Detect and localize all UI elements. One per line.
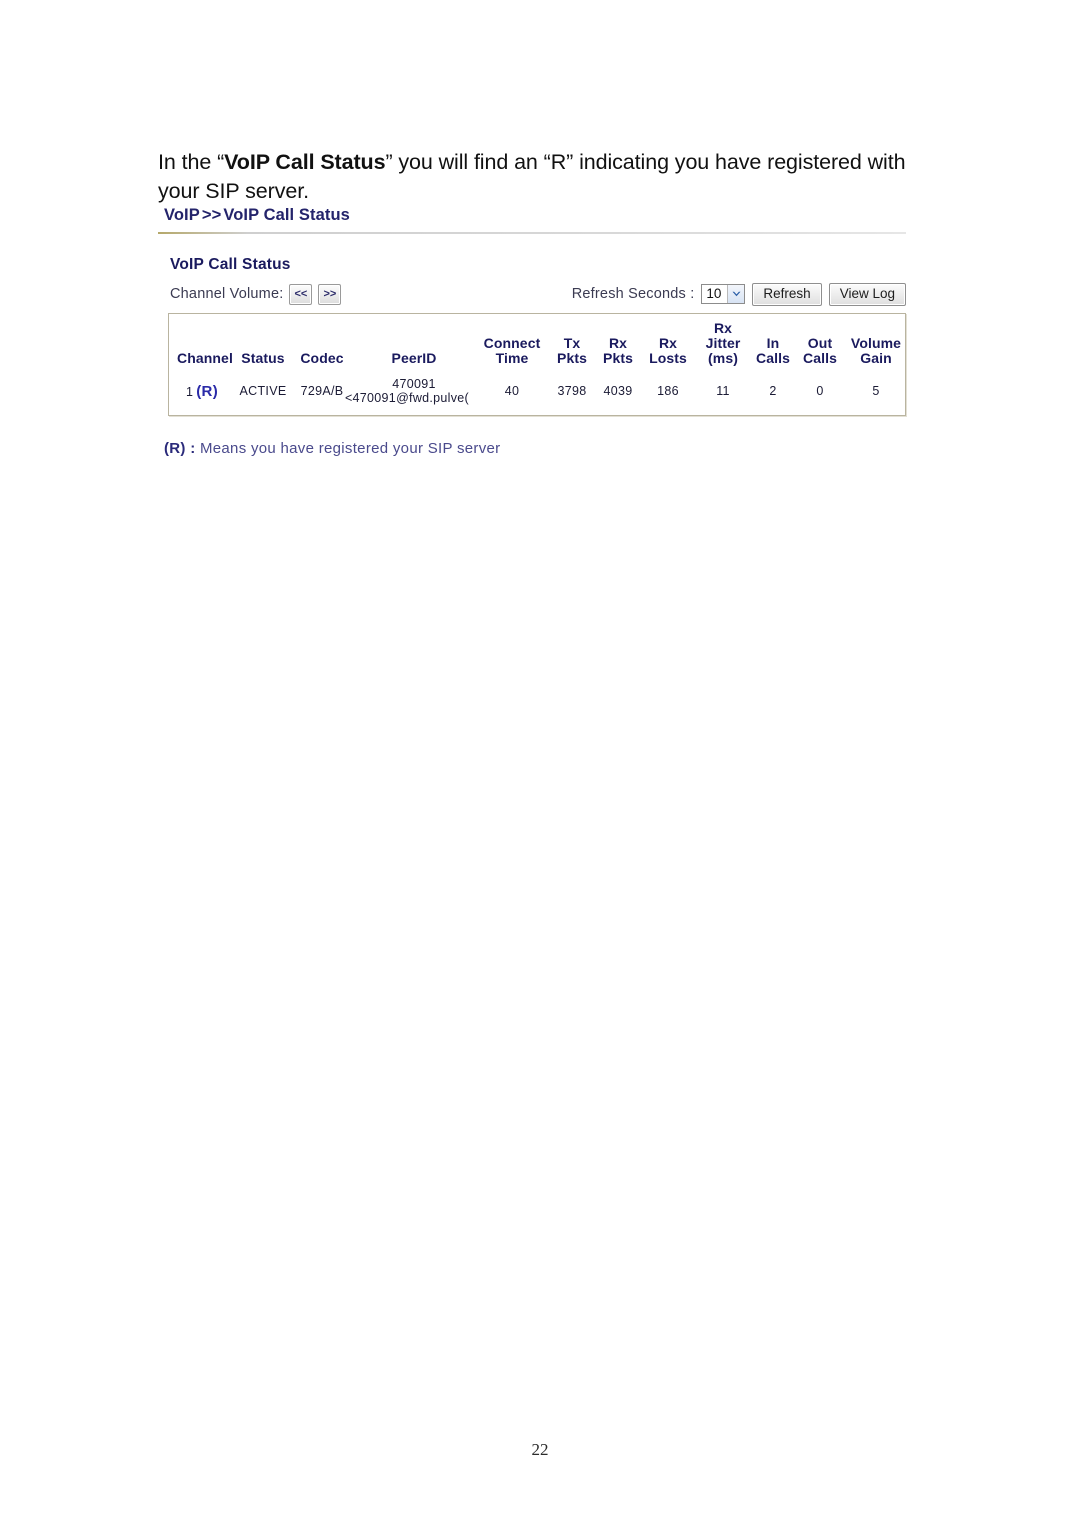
toolbar-right-group: Refresh Seconds : 10 Refresh View Log	[571, 282, 906, 306]
refresh-button[interactable]: Refresh	[752, 282, 822, 306]
cell-rx-jitter: 11	[716, 384, 730, 398]
breadcrumb-current: VoIP Call Status	[223, 206, 350, 224]
cell-rx-pkts: 4039	[603, 384, 633, 398]
channel-volume-label: Channel Volume:	[170, 286, 284, 302]
footnote-marker: (R) :	[164, 440, 196, 457]
breadcrumb-divider	[158, 232, 906, 234]
chevron-down-icon	[727, 285, 745, 303]
cell-status: ACTIVE	[239, 384, 287, 398]
refresh-seconds-select[interactable]: 10	[701, 284, 746, 304]
channel-volume-prev-button[interactable]: <<	[289, 283, 313, 305]
peerid-number: 470091	[392, 377, 436, 391]
table-header-row: Channel Status Codec PeerID Connect Time…	[169, 314, 907, 372]
breadcrumb-separator: >>	[201, 206, 222, 224]
breadcrumb: VoIP >> VoIP Call Status	[158, 206, 918, 225]
column-header-volume-gain: Volume Gain	[850, 335, 902, 366]
registered-footnote: (R) : Means you have registered your SIP…	[158, 440, 918, 457]
cell-volume-gain: 5	[872, 384, 880, 398]
peerid-uri: <470091@fwd.pulve(	[344, 391, 470, 405]
section-title: VoIP Call Status	[170, 256, 291, 273]
cell-rx-losts: 186	[657, 384, 679, 398]
page-number: 22	[531, 1440, 549, 1459]
channel-number: 1	[186, 384, 194, 399]
column-header-connect-time: Connect Time	[483, 335, 541, 366]
column-header-tx-pkts: Tx Pkts	[557, 335, 587, 366]
footnote-text: Means you have registered your SIP serve…	[199, 440, 501, 457]
cell-peerid: 470091 <470091@fwd.pulve(	[345, 372, 475, 415]
column-header-rx-jitter: Rx Jitter (ms)	[705, 320, 741, 366]
registered-marker: (R)	[196, 382, 218, 400]
column-header-rx-pkts: Rx Pkts	[603, 335, 633, 366]
table-row: 1 (R) ACTIVE 729A/B 470091 <470091@fwd.pu…	[169, 372, 907, 415]
column-header-rx-losts: Rx Losts	[649, 335, 687, 366]
intro-text-bold: VoIP Call Status	[224, 149, 386, 174]
column-header-peerid: PeerID	[391, 350, 437, 366]
table-header: Channel Status Codec PeerID Connect Time…	[169, 314, 907, 372]
column-header-status: Status	[241, 350, 285, 366]
column-header-out-calls: Out Calls	[803, 335, 837, 366]
column-header-channel: Channel	[177, 350, 233, 366]
channel-volume-next-button[interactable]: >>	[318, 283, 342, 305]
intro-text-before: In the “	[158, 149, 225, 174]
table-body: 1 (R) ACTIVE 729A/B 470091 <470091@fwd.pu…	[169, 372, 907, 415]
breadcrumb-root[interactable]: VoIP	[164, 206, 200, 224]
cell-out-calls: 0	[816, 384, 824, 398]
cell-in-calls: 2	[769, 384, 777, 398]
refresh-seconds-value: 10	[706, 286, 722, 301]
cell-connect-time: 40	[504, 384, 520, 398]
column-header-in-calls: In Calls	[756, 335, 790, 366]
refresh-seconds-label: Refresh Seconds :	[571, 286, 695, 302]
call-status-table-container: Channel Status Codec PeerID Connect Time…	[168, 313, 906, 416]
cell-tx-pkts: 3798	[557, 384, 587, 398]
cell-channel: 1 (R)	[169, 372, 235, 415]
voip-call-status-panel: VoIP >> VoIP Call Status VoIP Call Status …	[158, 206, 918, 457]
view-log-button[interactable]: View Log	[828, 282, 906, 306]
column-header-codec: Codec	[300, 350, 344, 366]
intro-paragraph: In the “VoIP Call Status” you will find …	[158, 148, 948, 206]
toolbar: Channel Volume: << >> Refresh Seconds : …	[158, 281, 906, 307]
document-page: In the “VoIP Call Status” you will find …	[0, 0, 1080, 1528]
call-status-table: Channel Status Codec PeerID Connect Time…	[169, 314, 907, 415]
